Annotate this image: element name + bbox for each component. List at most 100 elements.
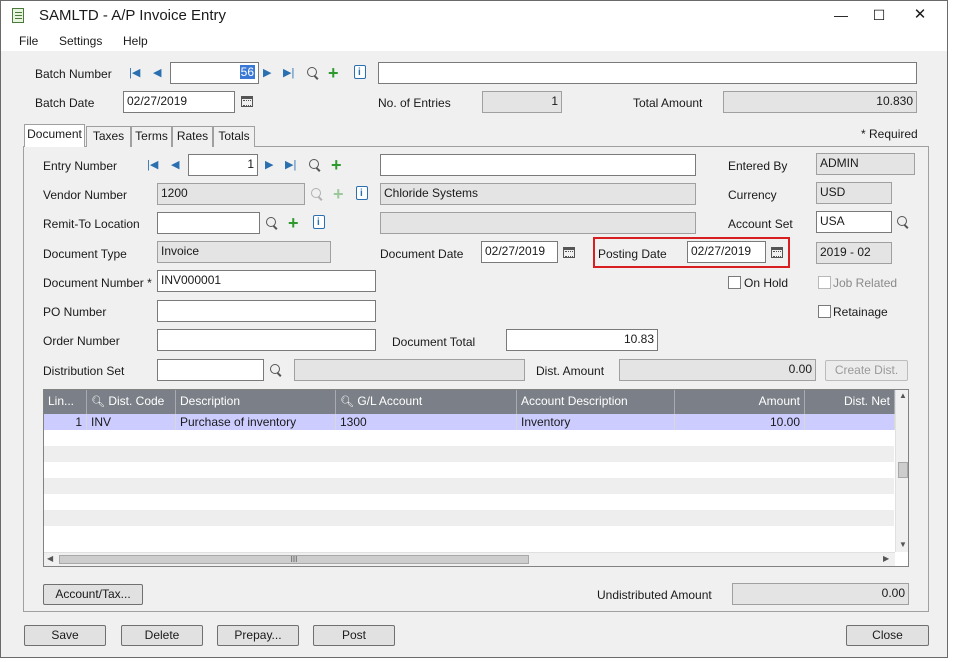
empty-row: [44, 430, 894, 446]
horizontal-scrollbar[interactable]: ◀ III ▶: [44, 552, 895, 566]
entry-finder-icon[interactable]: [308, 158, 322, 172]
document-date-calendar-icon[interactable]: [563, 247, 575, 258]
distribution-set-finder-icon[interactable]: [269, 363, 283, 377]
table-row[interactable]: 1 INV Purchase of inventory 1300 Invento…: [44, 414, 895, 430]
next-entry-icon[interactable]: ▶: [265, 158, 273, 172]
close-button[interactable]: Close: [846, 625, 929, 646]
scroll-right-icon[interactable]: ▶: [883, 554, 889, 563]
save-button[interactable]: Save: [24, 625, 106, 646]
cell-amount[interactable]: 10.00: [675, 414, 805, 430]
empty-row: [44, 462, 894, 478]
tab-taxes[interactable]: Taxes: [86, 126, 131, 147]
scroll-left-icon[interactable]: ◀: [47, 554, 53, 563]
cell-account-description[interactable]: Inventory: [517, 414, 675, 430]
total-amount-label: Total Amount: [633, 96, 703, 110]
column-header-line[interactable]: Lin...: [44, 390, 87, 414]
account-set-finder-icon[interactable]: [896, 215, 910, 229]
close-window-button[interactable]: ✕: [906, 5, 934, 25]
tab-terms[interactable]: Terms: [131, 126, 172, 147]
minimize-button[interactable]: —: [827, 5, 855, 25]
scroll-down-icon[interactable]: ▼: [899, 540, 907, 549]
column-header-description[interactable]: Description: [176, 390, 336, 414]
fiscal-period-field[interactable]: 2019 - 02: [816, 242, 892, 264]
menu-settings[interactable]: Settings: [59, 34, 102, 48]
remit-to-finder-icon[interactable]: [265, 216, 279, 230]
first-batch-icon[interactable]: |◀: [129, 66, 140, 80]
first-entry-icon[interactable]: |◀: [147, 158, 158, 172]
menu-bar: File Settings Help: [1, 31, 947, 51]
posting-date-calendar-icon[interactable]: [771, 247, 783, 258]
create-dist-button[interactable]: Create Dist.: [825, 360, 908, 381]
document-date-field[interactable]: 02/27/2019: [481, 241, 558, 263]
document-type-field[interactable]: Invoice: [157, 241, 331, 263]
new-remit-to-icon[interactable]: +: [288, 214, 299, 232]
batch-number-field[interactable]: 56: [170, 62, 259, 84]
last-entry-icon[interactable]: ▶|: [285, 158, 296, 172]
vendor-name-field: Chloride Systems: [380, 183, 696, 205]
window-title: SAMLTD - A/P Invoice Entry: [39, 7, 227, 24]
cell-line[interactable]: 1: [44, 414, 87, 430]
batch-description-field[interactable]: [378, 62, 917, 84]
vendor-finder-icon[interactable]: [310, 187, 324, 201]
job-related-checkbox[interactable]: [818, 276, 831, 289]
vertical-scroll-thumb[interactable]: [898, 462, 908, 478]
menu-file[interactable]: File: [19, 34, 38, 48]
batch-finder-icon[interactable]: [306, 66, 320, 80]
horizontal-scroll-thumb[interactable]: III: [59, 555, 529, 564]
distribution-set-field[interactable]: [157, 359, 264, 381]
document-number-field[interactable]: INV000001: [157, 270, 376, 292]
on-hold-checkbox[interactable]: [728, 276, 741, 289]
new-batch-icon[interactable]: +: [328, 64, 339, 82]
next-batch-icon[interactable]: ▶: [263, 66, 271, 80]
document-total-field[interactable]: 10.83: [506, 329, 658, 351]
cell-description[interactable]: Purchase of inventory: [176, 414, 336, 430]
remit-to-field[interactable]: [157, 212, 260, 234]
document-number-label: Document Number *: [43, 276, 152, 290]
search-icon: 🔍︎: [340, 396, 354, 408]
cell-dist-code[interactable]: INV: [87, 414, 176, 430]
vertical-scrollbar[interactable]: ▲ ▼: [895, 390, 908, 552]
column-header-amount[interactable]: Amount: [675, 390, 805, 414]
vendor-info-icon[interactable]: [356, 186, 368, 200]
delete-button[interactable]: Delete: [121, 625, 203, 646]
account-set-field[interactable]: USA: [816, 211, 892, 233]
order-number-field[interactable]: [157, 329, 376, 351]
tab-rates[interactable]: Rates: [172, 126, 213, 147]
tab-totals[interactable]: Totals: [213, 126, 255, 147]
distribution-set-description-field: [294, 359, 525, 381]
entry-description-field[interactable]: [380, 154, 696, 176]
last-batch-icon[interactable]: ▶|: [283, 66, 294, 80]
retainage-label: Retainage: [833, 305, 888, 319]
batch-date-calendar-icon[interactable]: [241, 96, 253, 107]
prepay-button[interactable]: Prepay...: [217, 625, 299, 646]
new-entry-icon[interactable]: +: [331, 156, 342, 174]
post-button[interactable]: Post: [313, 625, 395, 646]
column-header-account-description[interactable]: Account Description: [517, 390, 675, 414]
po-number-field[interactable]: [157, 300, 376, 322]
batch-info-icon[interactable]: [354, 65, 366, 79]
batch-date-field[interactable]: 02/27/2019: [123, 91, 235, 113]
previous-entry-icon[interactable]: ◀: [171, 158, 179, 172]
account-tax-button[interactable]: Account/Tax...: [43, 584, 143, 605]
column-header-dist-code[interactable]: 🔍︎ Dist. Code: [87, 390, 176, 414]
tab-document[interactable]: Document: [24, 124, 85, 147]
cell-gl-account[interactable]: 1300: [336, 414, 517, 430]
retainage-checkbox[interactable]: [818, 305, 831, 318]
scroll-up-icon[interactable]: ▲: [899, 391, 907, 400]
new-vendor-icon[interactable]: +: [333, 185, 344, 203]
menu-help[interactable]: Help: [123, 34, 148, 48]
empty-row: [44, 494, 894, 510]
entry-number-field[interactable]: 1: [188, 154, 258, 176]
empty-row: [44, 510, 894, 526]
maximize-button[interactable]: ☐: [865, 5, 893, 25]
column-header-gl-account[interactable]: 🔍︎ G/L Account: [336, 390, 517, 414]
on-hold-label: On Hold: [744, 276, 789, 290]
dist-amount-field: 0.00: [619, 359, 816, 381]
previous-batch-icon[interactable]: ◀: [153, 66, 161, 80]
column-header-dist-net[interactable]: Dist. Net: [805, 390, 895, 414]
posting-date-field[interactable]: 02/27/2019: [687, 241, 766, 263]
vendor-number-field: 1200: [157, 183, 305, 205]
posting-date-label: Posting Date: [598, 247, 667, 261]
remit-to-info-icon[interactable]: [313, 215, 325, 229]
cell-dist-net[interactable]: [805, 414, 895, 430]
